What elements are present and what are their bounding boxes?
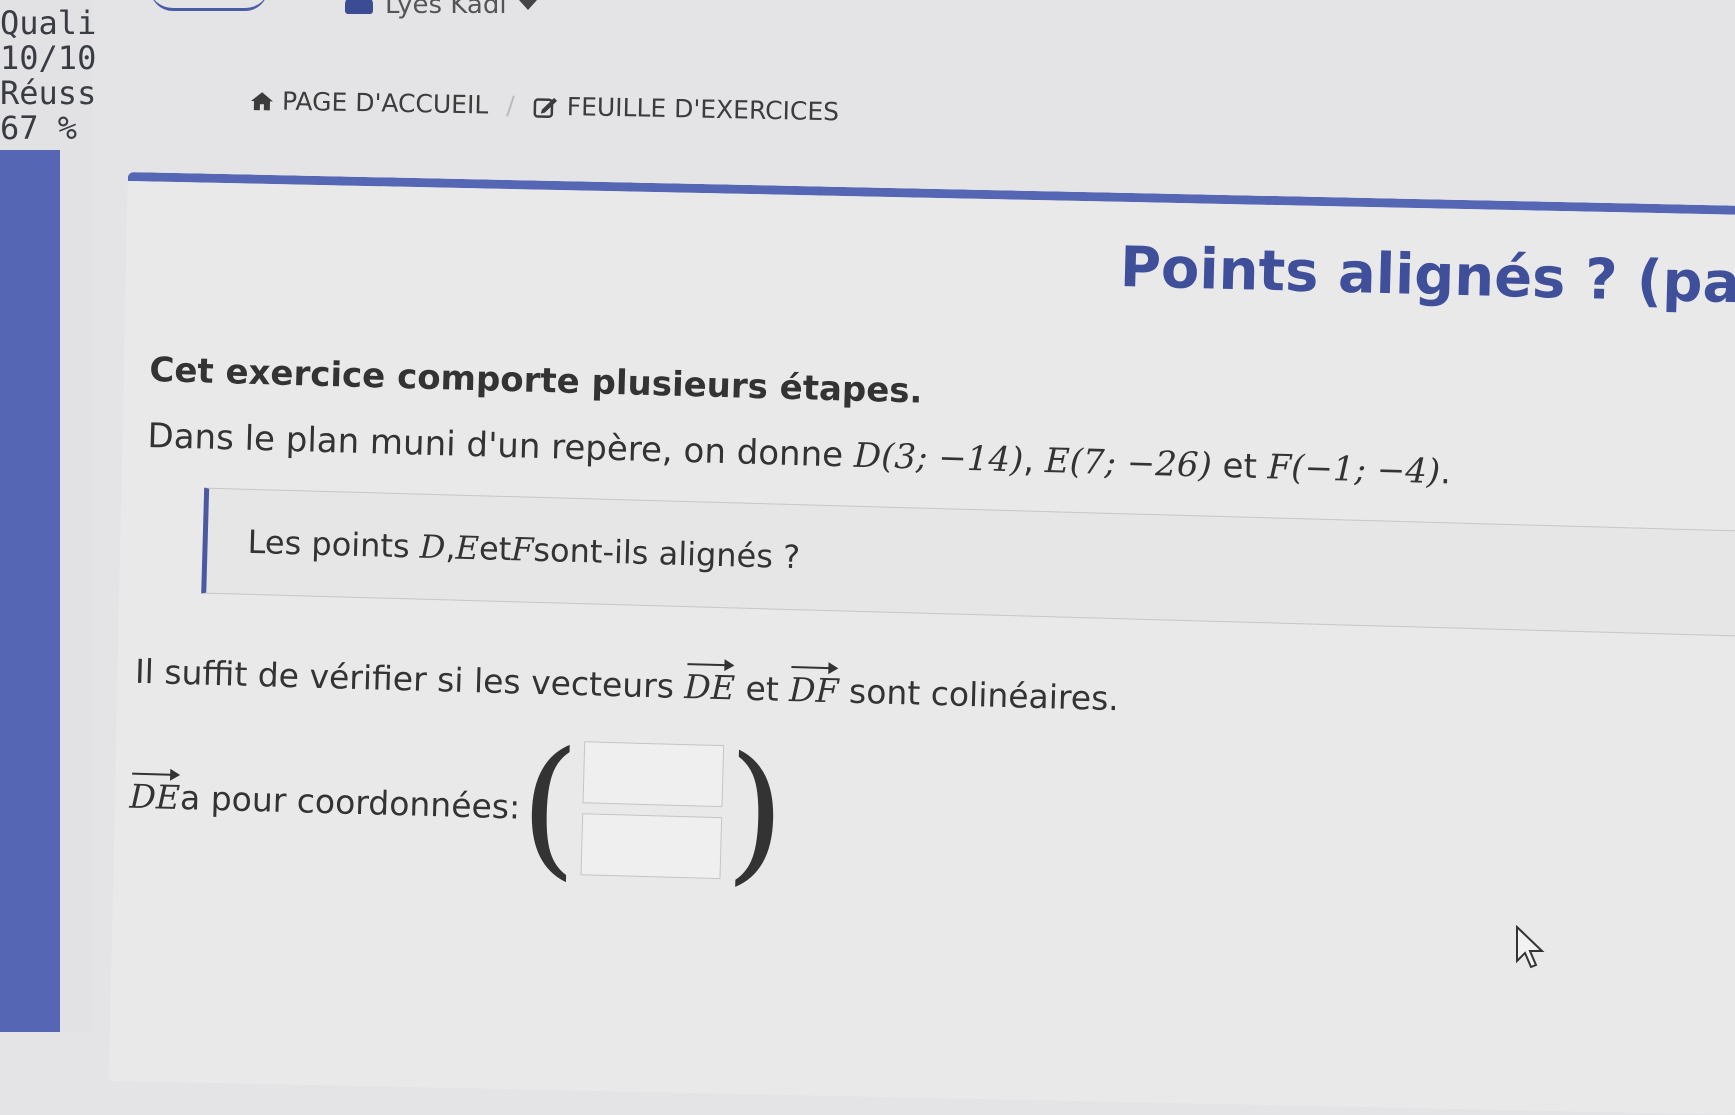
breadcrumb-separator: / (506, 90, 516, 121)
hint-text: Il suffit de vérifier si les vecteurs DE… (134, 652, 1735, 736)
question-prefix: Les points (247, 522, 411, 566)
question-point-d: D (419, 527, 447, 567)
breadcrumb: PAGE D'ACCUEIL / FEUILLE D'EXERCICES (250, 86, 840, 126)
quality-score: 10/10 (0, 41, 96, 76)
user-menu[interactable]: Lyes Kadi (345, 0, 537, 20)
vector-de: DE (683, 667, 736, 708)
question-point-e: E (455, 528, 480, 568)
breadcrumb-home-label: PAGE D'ACCUEIL (281, 86, 489, 120)
success-rate: 67 % (0, 111, 78, 146)
success-label: Réussi (0, 76, 96, 111)
user-name: Lyes Kadi (385, 0, 507, 20)
hint-and: et (734, 668, 790, 709)
exercise-content: Cet exercice comporte plusieurs étapes. … (129, 350, 1735, 916)
exercise-statement: Dans le plan muni d'un repère, on donne … (147, 416, 1735, 501)
question-point-f: F (510, 530, 534, 569)
vector-de-label: DE (129, 776, 181, 817)
user-icon (345, 0, 373, 14)
point-d: D(3; −14) (853, 435, 1024, 481)
statement-and: et (1211, 445, 1269, 488)
point-e: E(7; −26) (1044, 441, 1213, 486)
open-paren: ( (517, 719, 582, 896)
hint-prefix: Il suffit de vérifier si les vecteurs (134, 651, 686, 707)
vector-df: DF (788, 669, 840, 711)
statement-period: . (1439, 452, 1452, 493)
sidebar-accent-bar (0, 150, 60, 1032)
x-coordinate-input[interactable] (582, 741, 725, 808)
coordinate-inputs (580, 741, 725, 880)
home-icon (250, 91, 273, 110)
y-coordinate-input[interactable] (580, 813, 723, 880)
statement-comma: , (1022, 440, 1046, 482)
statement-prefix: Dans le plan muni d'un repère, on donne (147, 415, 855, 476)
edit-icon (533, 97, 557, 118)
breadcrumb-home[interactable]: PAGE D'ACCUEIL (250, 86, 489, 120)
caret-down-icon (518, 0, 537, 10)
breadcrumb-exercises[interactable]: FEUILLE D'EXERCICES (532, 91, 839, 126)
header-decoration (150, 0, 268, 11)
quality-label: Qualité (0, 6, 96, 41)
question-suffix: sont-ils alignés ? (532, 530, 801, 577)
breadcrumb-exercises-label: FEUILLE D'EXERCICES (566, 92, 840, 127)
left-sidebar (0, 0, 92, 1032)
point-f: F(−1; −4) (1267, 447, 1441, 493)
score-panel: Qualité 10/10 Réussi 67 % (0, 6, 100, 146)
question-box: Les points D, E et F sont-ils alignés ? (201, 487, 1735, 638)
mouse-cursor-icon (1516, 925, 1545, 969)
question-and: et (478, 529, 512, 569)
coordinates-label: a pour coordonnées: (179, 777, 521, 827)
close-paren: ) (724, 725, 788, 901)
hint-suffix: sont colinéaires. (838, 671, 1120, 719)
